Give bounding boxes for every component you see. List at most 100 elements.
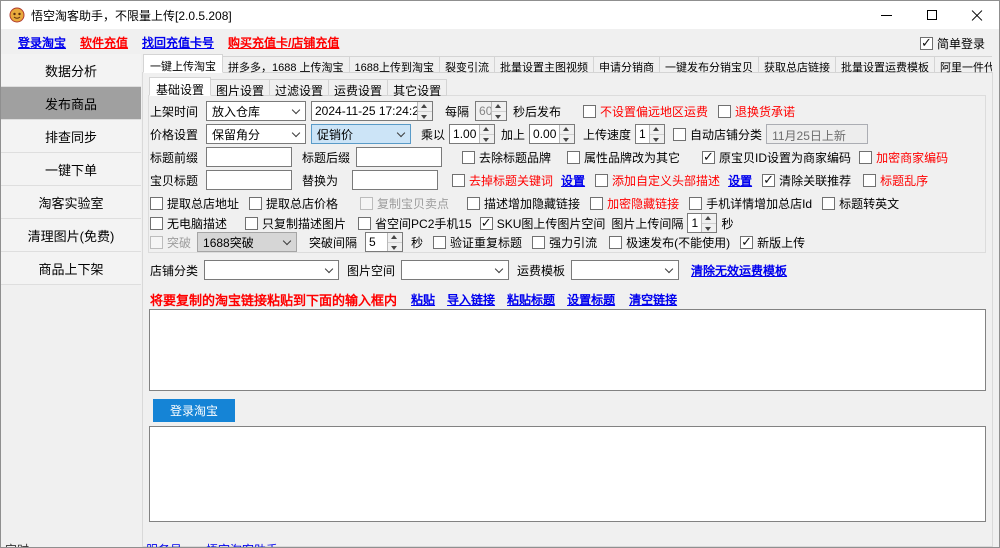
- hidden-link-checkbox[interactable]: 描述增加隐藏链接: [467, 195, 580, 212]
- tab-1688-to-taobao[interactable]: 1688上传到淘宝: [349, 56, 441, 73]
- tab-batch-freight-template[interactable]: 批量设置运费模板: [836, 56, 936, 73]
- save-space-checkbox[interactable]: 省空间PC2手机15: [358, 215, 472, 232]
- spinner-buttons[interactable]: [649, 125, 665, 143]
- login-taobao-button[interactable]: 登录淘宝: [153, 399, 235, 422]
- shop-category-select[interactable]: [204, 260, 340, 280]
- sidebar-item-sync-check[interactable]: 排查同步: [1, 120, 141, 153]
- remove-keyword-checkbox[interactable]: 去掉标题关键词: [452, 172, 553, 189]
- image-space-select[interactable]: [401, 260, 510, 280]
- main-tabs: 一键上传淘宝 拼多多，1688 上传淘宝 1688上传到淘宝 裂变引流 批量设置…: [143, 54, 992, 73]
- title-prefix-input[interactable]: [206, 147, 292, 167]
- verify-dup-checkbox[interactable]: 验证重复标题: [433, 234, 522, 251]
- link-input-textarea[interactable]: [149, 309, 986, 391]
- tab-ali-dropship[interactable]: 阿里一件代发: [935, 56, 992, 73]
- auto-category-checkbox[interactable]: 自动店铺分类: [673, 126, 762, 143]
- datetime-value: 2024-11-25 17:24:22: [315, 104, 417, 118]
- title-suffix-input[interactable]: [356, 147, 443, 167]
- price-type-select[interactable]: 促销价: [311, 124, 411, 144]
- breakthrough-select[interactable]: 1688突破: [197, 232, 298, 252]
- checkbox-label: 无电脑描述: [167, 216, 228, 231]
- shelf-datetime-input[interactable]: 2024-11-25 17:24:22: [311, 101, 433, 121]
- spinner-buttons[interactable]: [491, 102, 507, 120]
- sidebar-item-publish-products[interactable]: 发布商品: [1, 87, 141, 120]
- software-recharge-link[interactable]: 软件充值: [80, 34, 128, 51]
- tab-other-settings[interactable]: 其它设置: [388, 79, 448, 96]
- freight-template-select[interactable]: [571, 260, 680, 280]
- tab-upload-taobao[interactable]: 一键上传淘宝: [143, 54, 223, 73]
- tab-filter-settings[interactable]: 过滤设置: [270, 79, 330, 96]
- sidebar-item-data-analysis[interactable]: 数据分析: [1, 54, 141, 87]
- tab-fission-traffic[interactable]: 裂变引流: [440, 56, 496, 73]
- buy-card-link[interactable]: 购买充值卡/店铺充值: [228, 34, 339, 51]
- spinner-buttons[interactable]: [479, 125, 495, 143]
- title-english-checkbox[interactable]: 标题转英文: [822, 195, 899, 212]
- remove-brand-checkbox[interactable]: 去除标题品牌: [462, 149, 551, 166]
- login-taobao-link[interactable]: 登录淘宝: [18, 34, 66, 51]
- result-output-textarea[interactable]: [149, 426, 986, 522]
- sidebar-item-shelf-on-off[interactable]: 商品上下架: [1, 252, 141, 285]
- auto-category-input[interactable]: 11月25日上新: [766, 124, 869, 144]
- upload-speed-input[interactable]: 1: [635, 124, 666, 144]
- shelf-mode-select[interactable]: 放入仓库: [206, 101, 306, 121]
- spinner-buttons[interactable]: [559, 125, 575, 143]
- publish-interval-input[interactable]: 60: [475, 101, 508, 121]
- break-interval-input[interactable]: 5: [365, 232, 404, 252]
- multiply-input[interactable]: 1.00: [449, 124, 496, 144]
- set-keyword-link[interactable]: 设置: [561, 172, 585, 189]
- maximize-button[interactable]: [909, 1, 954, 29]
- tab-publish-distribution[interactable]: 一键发布分销宝贝: [660, 56, 760, 73]
- tab-apply-distributor[interactable]: 申请分销商: [594, 56, 661, 73]
- extract-address-checkbox[interactable]: 提取总店地址: [150, 195, 239, 212]
- clear-invalid-link[interactable]: 清除无效运费模板: [691, 262, 787, 279]
- simple-login-checkbox[interactable]: 简单登录: [919, 35, 985, 52]
- clear-links-link[interactable]: 清空链接: [629, 291, 677, 308]
- set-title-link[interactable]: 设置标题: [567, 291, 615, 308]
- close-button[interactable]: [954, 1, 999, 29]
- bottom-clipped-text-left: 定时: [5, 541, 29, 547]
- no-remote-freight-checkbox[interactable]: 不设置偏远地区运费: [583, 103, 708, 120]
- strong-traffic-checkbox[interactable]: 强力引流: [532, 234, 597, 251]
- tab-get-store-links[interactable]: 获取总店链接: [759, 56, 837, 73]
- mobile-id-checkbox[interactable]: 手机详情增加总店Id: [689, 195, 812, 212]
- tab-pdd-1688-upload[interactable]: 拼多多，1688 上传淘宝: [223, 56, 350, 73]
- paste-title-link[interactable]: 粘贴标题: [507, 291, 555, 308]
- paste-link[interactable]: 粘贴: [411, 291, 435, 308]
- tab-batch-main-video[interactable]: 批量设置主图视频: [495, 56, 595, 73]
- set-head-link[interactable]: 设置: [728, 172, 752, 189]
- extract-price-checkbox[interactable]: 提取总店价格: [249, 195, 338, 212]
- copy-desc-img-checkbox[interactable]: 只复制描述图片: [245, 215, 346, 232]
- plus-input[interactable]: 0.00: [529, 124, 576, 144]
- recover-card-link[interactable]: 找回充值卡号: [142, 34, 214, 51]
- minimize-button[interactable]: [864, 1, 909, 29]
- spin-up-icon: [492, 102, 507, 112]
- sidebar-item-one-click-order[interactable]: 一键下单: [1, 153, 141, 186]
- custom-head-checkbox[interactable]: 添加自定义头部描述: [595, 172, 720, 189]
- fast-publish-checkbox[interactable]: 极速发布(不能使用): [609, 234, 730, 251]
- title-shuffle-checkbox[interactable]: 标题乱序: [863, 172, 928, 189]
- clear-related-checkbox[interactable]: 清除关联推荐: [762, 172, 851, 189]
- tab-image-settings[interactable]: 图片设置: [211, 79, 271, 96]
- img-interval-input[interactable]: 1: [687, 213, 718, 233]
- encrypt-link-checkbox[interactable]: 加密隐藏链接: [590, 195, 679, 212]
- return-promise-checkbox[interactable]: 退换货承诺: [718, 103, 795, 120]
- spinner-buttons[interactable]: [417, 102, 432, 120]
- encrypt-code-checkbox[interactable]: 加密商家编码: [859, 149, 948, 166]
- copy-sellpoint-checkbox[interactable]: 复制宝贝卖点: [360, 195, 449, 212]
- item-title-input[interactable]: [206, 170, 292, 190]
- after-seconds-label: 秒后发布: [513, 104, 562, 119]
- id-as-code-checkbox[interactable]: 原宝贝ID设置为商家编码: [702, 149, 851, 166]
- breakthrough-checkbox[interactable]: 突破: [150, 234, 191, 251]
- sku-img-checkbox[interactable]: SKU图上传图片空间: [479, 215, 605, 232]
- tab-basic-settings[interactable]: 基础设置: [149, 77, 212, 96]
- new-upload-checkbox[interactable]: 新版上传: [740, 234, 805, 251]
- import-links-link[interactable]: 导入链接: [447, 291, 495, 308]
- spinner-buttons[interactable]: [387, 233, 403, 251]
- no-pc-desc-checkbox[interactable]: 无电脑描述: [150, 215, 227, 232]
- price-keep-select[interactable]: 保留角分: [206, 124, 306, 144]
- sidebar-item-clean-images[interactable]: 清理图片(免费): [1, 219, 141, 252]
- spinner-buttons[interactable]: [701, 214, 717, 232]
- replace-input[interactable]: [352, 170, 439, 190]
- tab-freight-settings[interactable]: 运费设置: [329, 79, 389, 96]
- attr-brand-checkbox[interactable]: 属性品牌改为其它: [567, 149, 680, 166]
- sidebar-item-taoke-lab[interactable]: 淘客实验室: [1, 186, 141, 219]
